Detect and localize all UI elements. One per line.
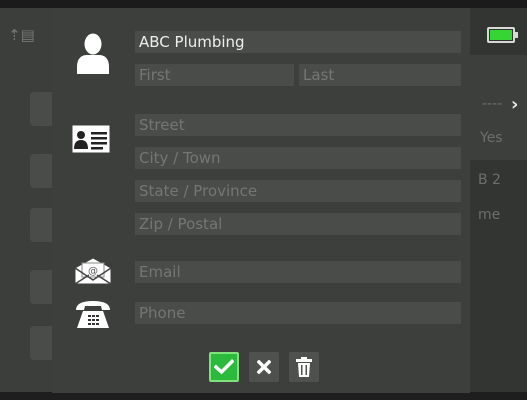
top-bar [0, 0, 527, 8]
zip-field[interactable] [135, 213, 461, 235]
checkmark-icon [214, 359, 234, 375]
cancel-button[interactable] [249, 352, 279, 382]
background-menu-item [30, 208, 52, 242]
battery-icon [487, 27, 518, 43]
envelope-icon: @ [74, 257, 112, 285]
background-label: Yes [480, 130, 503, 146]
background-menu-item [30, 154, 52, 188]
trash-icon [296, 357, 312, 377]
confirm-button[interactable] [209, 352, 239, 382]
contact-dialog: @ ABC Plumbing [52, 8, 470, 393]
delete-button[interactable] [289, 352, 319, 382]
svg-text:@: @ [88, 266, 98, 277]
address-card-icon [72, 125, 110, 153]
bottom-bar [0, 392, 527, 400]
background-label: me [478, 207, 501, 223]
background-label: B 2 [478, 172, 501, 188]
telephone-icon [76, 301, 110, 328]
company-name-field[interactable]: ABC Plumbing [135, 31, 461, 53]
upload-folder-icon: ⇡▤ [8, 26, 35, 44]
close-icon [257, 360, 271, 374]
screen: ⇡▤ ---- Yes B 2 me › @ ABC Plumbing Firs… [0, 0, 527, 400]
background-menu-item [30, 92, 52, 126]
city-field[interactable] [135, 147, 461, 169]
email-field[interactable] [135, 261, 461, 283]
background-menu-item [30, 270, 52, 304]
background-left-panel: ⇡▤ [0, 8, 52, 400]
state-field[interactable] [135, 180, 461, 202]
chevron-right-icon[interactable]: › [511, 94, 518, 115]
street-field[interactable] [135, 114, 461, 136]
background-menu-item [30, 326, 52, 360]
person-icon [77, 33, 109, 74]
background-label: ---- [482, 96, 503, 112]
phone-field[interactable] [135, 302, 461, 324]
first-name-field[interactable] [135, 64, 294, 86]
last-name-field[interactable] [299, 64, 461, 86]
